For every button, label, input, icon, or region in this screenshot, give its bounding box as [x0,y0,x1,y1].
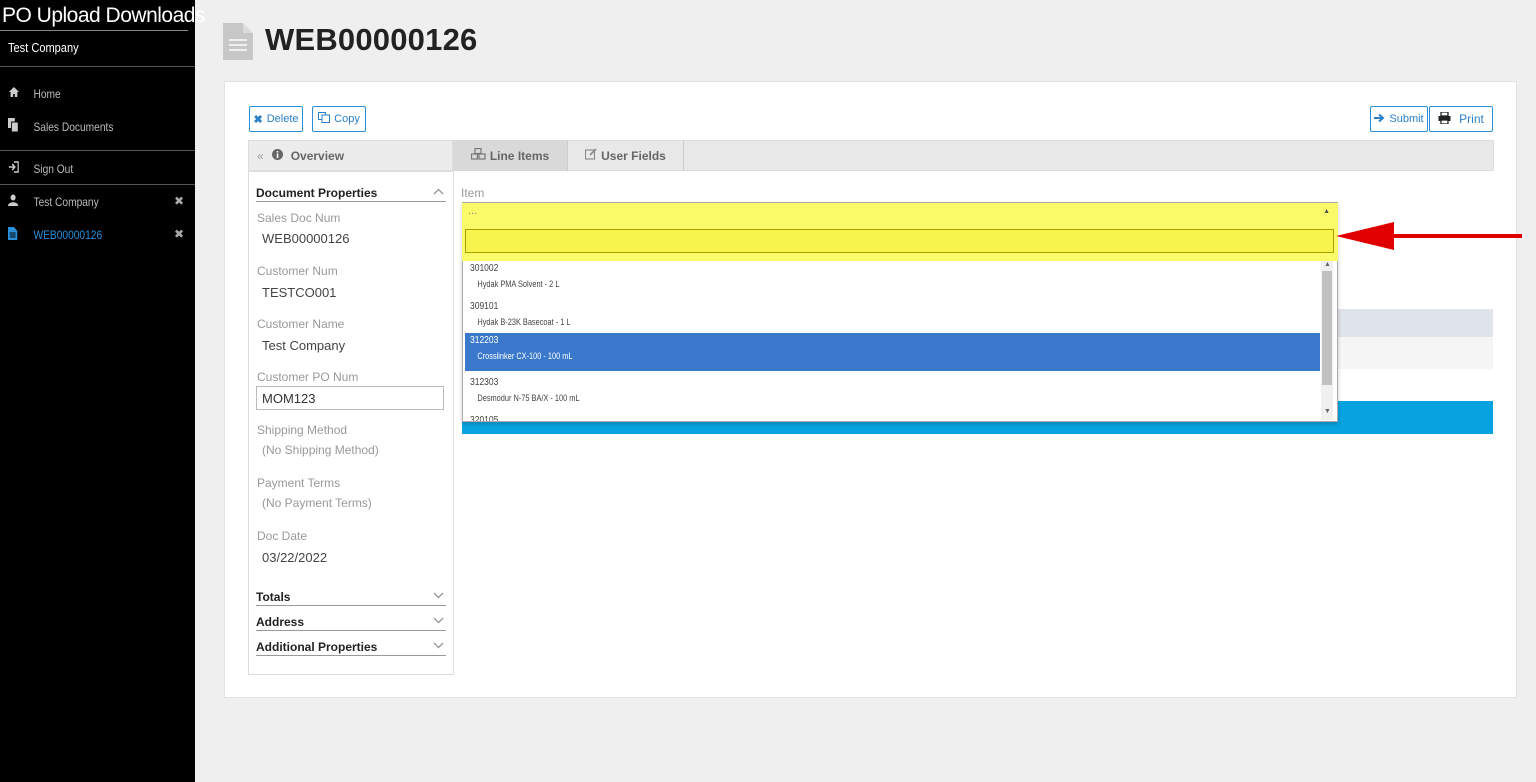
sign-out-icon [8,161,22,176]
user-icon [8,194,22,209]
chevron-up-icon [433,186,444,200]
sidebar-item-test-company[interactable]: Test Company [8,194,99,209]
company-name: Test Company [8,40,79,55]
payment-terms-value[interactable]: (No Payment Terms) [262,496,372,510]
list-item[interactable]: 301002 Hydak PMA Solvent - 2 L [465,261,1320,299]
sales-doc-num-value: WEB00000126 [262,231,350,246]
page-title: WEB00000126 [265,22,478,57]
divider [0,30,188,31]
document-icon [223,23,253,60]
close-icon[interactable]: ✖ [174,227,184,241]
item-options-list: 301002 Hydak PMA Solvent - 2 L 309101 Hy… [463,261,1321,421]
shipping-method-value[interactable]: (No Shipping Method) [262,443,379,457]
dropdown-scrollbar[interactable]: ▲ ▼ [1321,261,1333,420]
item-label: Item [461,186,485,200]
info-icon [271,148,283,163]
customer-num-label: Customer Num [257,264,338,278]
chevron-down-icon [433,590,444,604]
sales-doc-num-label: Sales Doc Num [257,211,341,225]
copy-button[interactable]: Copy [312,106,366,132]
arrow-right-icon [1374,113,1385,126]
sidebar-item-web00000126[interactable]: WEB00000126 [8,227,102,243]
submit-button[interactable]: Submit [1370,106,1428,132]
tab-line-items[interactable]: Line Items [453,140,568,171]
caret-up-icon: ▲ [1323,208,1330,215]
payment-terms-label: Payment Terms [257,476,341,490]
sidebar: PO Upload Downloads Test Company Home Sa… [0,0,205,782]
list-item[interactable]: 312303 Desmodur N-75 BA/X - 100 mL [465,375,1320,413]
sidebar-item-label: Home [33,86,61,101]
customer-po-input[interactable]: MOM123 [256,386,444,410]
documents-icon [8,118,22,135]
scroll-up-icon[interactable]: ▲ [1324,261,1331,268]
delete-button[interactable]: ✖ Delete [249,106,303,132]
divider [0,66,195,67]
tab-overview[interactable]: « Overview [248,140,453,171]
chevron-down-icon [433,615,444,629]
collapse-icon[interactable]: « [257,149,264,163]
edit-icon [585,148,597,163]
sidebar-item-home[interactable]: Home [8,86,61,101]
sidebar-item-label: Sign Out [33,161,74,176]
list-item-selected[interactable]: 312203 Crosslinker CX-100 - 100 mL [465,333,1320,371]
divider [0,150,195,151]
totals-header[interactable]: Totals [256,590,446,606]
shipping-method-label: Shipping Method [257,423,348,437]
customer-po-label: Customer PO Num [257,370,359,384]
sidebar-item-sales-documents[interactable]: Sales Documents [8,118,113,135]
chevron-down-icon [433,640,444,654]
doc-date-value[interactable]: 03/22/2022 [262,550,327,565]
customer-num-value: TESTCO001 [262,285,337,300]
customer-name-value: Test Company [262,338,346,353]
close-icon[interactable]: ✖ [174,194,184,208]
additional-properties-header[interactable]: Additional Properties [256,640,446,656]
sidebar-item-label: WEB00000126 [33,228,103,242]
scroll-down-icon[interactable]: ▼ [1324,408,1331,415]
table-header-row [1338,309,1493,337]
print-icon [1438,110,1451,127]
home-icon [8,86,22,101]
copy-icon [318,112,331,126]
table-row [1338,337,1493,369]
sidebar-item-sign-out[interactable]: Sign Out [8,161,73,176]
address-header[interactable]: Address [256,615,446,631]
item-search-input[interactable] [465,229,1334,253]
doc-date-label: Doc Date [257,529,308,543]
list-item[interactable]: 320105 [465,413,1320,421]
app-title: PO Upload Downloads [2,4,205,27]
print-button[interactable]: Print [1429,106,1493,132]
file-icon [8,227,22,243]
tab-user-fields[interactable]: User Fields [568,140,684,171]
sidebar-item-label: Test Company [33,194,99,209]
scrollbar-thumb[interactable] [1322,271,1332,385]
cubes-icon [470,147,486,163]
document-properties-header[interactable]: Document Properties [256,186,446,202]
sidebar-item-label: Sales Documents [33,119,114,134]
delete-icon: ✖ [253,113,263,126]
customer-name-label: Customer Name [257,317,345,331]
annotation-arrow-icon [1336,222,1522,250]
item-select[interactable]: ... ▲ [462,203,1338,225]
divider [0,184,195,185]
list-item[interactable]: 309101 Hydak B-23K Basecoat - 1 L [465,299,1320,337]
